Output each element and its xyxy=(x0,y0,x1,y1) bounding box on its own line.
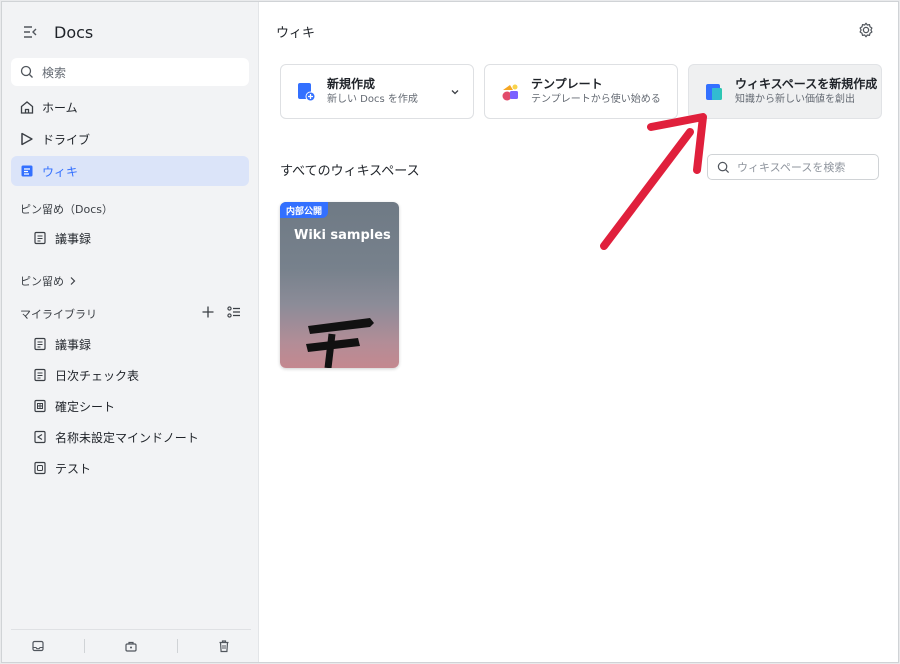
visibility-badge: 内部公開 xyxy=(280,202,329,218)
all-wiki-spaces-title: すべてのウィキスペース xyxy=(280,164,420,179)
search-icon xyxy=(717,161,730,174)
doc-icon xyxy=(33,368,47,382)
sidebar: Docs 検索 ホーム ドライブ ウィキ ピン留め（Docs） 議事録 ピン留め… xyxy=(2,2,259,662)
drive-icon xyxy=(19,131,35,147)
library-item[interactable]: 議事録 xyxy=(33,333,91,355)
new-wiki-space-button[interactable]: ウィキスペースを新規作成 知識から新しい価値を創出 xyxy=(688,64,882,119)
new-doc-subtitle: 新しい Docs を作成 xyxy=(327,93,418,105)
doc-icon xyxy=(33,231,47,245)
template-icon xyxy=(499,81,521,103)
doc-icon xyxy=(33,337,47,351)
library-item-label: 議事録 xyxy=(55,337,92,352)
nav-drive[interactable]: ドライブ xyxy=(11,124,249,154)
form-icon xyxy=(33,461,47,475)
search-icon xyxy=(20,65,34,79)
library-item[interactable]: テスト xyxy=(33,457,91,479)
inbox-icon[interactable] xyxy=(30,638,46,654)
wiki-space-text: ウィキスペースを新規作成 知識から新しい価値を創出 xyxy=(735,76,877,108)
pinned-label: ピン留め xyxy=(20,275,64,288)
template-text: テンプレート テンプレートから使い始める xyxy=(531,76,661,108)
sheet-icon xyxy=(33,399,47,413)
wiki-space-card[interactable]: 内部公開 Wiki samples xyxy=(280,202,399,368)
library-item[interactable]: 日次チェック表 xyxy=(33,364,139,386)
template-title: テンプレート xyxy=(531,76,603,91)
library-item[interactable]: 名称未設定マインドノート xyxy=(33,426,199,448)
wiki-space-name: Wiki samples xyxy=(294,228,391,243)
search-placeholder: 検索 xyxy=(42,65,67,80)
home-icon xyxy=(19,99,35,115)
template-button[interactable]: テンプレート テンプレートから使い始める xyxy=(484,64,678,119)
new-doc-text: 新規作成 新しい Docs を作成 xyxy=(327,76,418,108)
nav-drive-label: ドライブ xyxy=(42,132,91,147)
sidebar-header: Docs xyxy=(22,20,93,44)
wiki-space-search[interactable]: ウィキスペースを検索 xyxy=(707,154,879,180)
add-icon[interactable] xyxy=(200,304,216,320)
wiki-space-title: ウィキスペースを新規作成 xyxy=(735,76,878,91)
nav-home[interactable]: ホーム xyxy=(11,92,249,122)
trash-icon[interactable] xyxy=(216,638,232,654)
library-item-label: 名称未設定マインドノート xyxy=(55,430,199,445)
collapse-sidebar-icon[interactable] xyxy=(22,24,38,40)
wiki-icon xyxy=(19,163,35,179)
sidebar-search[interactable]: 検索 xyxy=(11,58,249,86)
library-label[interactable]: マイライブラリ xyxy=(20,306,97,322)
pinned-doc-label: 議事録 xyxy=(55,231,92,246)
wiki-space-icon xyxy=(703,81,725,103)
nav-wiki[interactable]: ウィキ xyxy=(11,156,249,186)
library-actions xyxy=(200,304,242,320)
nav-home-label: ホーム xyxy=(42,100,78,115)
new-doc-button[interactable]: 新規作成 新しい Docs を作成 xyxy=(280,64,474,119)
pinned-doc-item[interactable]: 議事録 xyxy=(33,227,91,249)
app-window: Docs 検索 ホーム ドライブ ウィキ ピン留め（Docs） 議事録 ピン留め… xyxy=(1,1,899,663)
wiki-search-placeholder: ウィキスペースを検索 xyxy=(737,161,846,174)
new-doc-icon xyxy=(295,81,317,103)
list-settings-icon[interactable] xyxy=(226,304,242,320)
template-subtitle: テンプレートから使い始める xyxy=(531,93,661,105)
library-item-label: 確定シート xyxy=(55,399,116,414)
chevron-right-icon xyxy=(69,276,77,286)
pinned-label-row[interactable]: ピン留め xyxy=(20,273,77,289)
signpost-image xyxy=(306,318,374,368)
gear-icon[interactable] xyxy=(857,21,875,39)
footer-divider xyxy=(84,639,85,653)
library-item[interactable]: 確定シート xyxy=(33,395,115,417)
footer-divider xyxy=(177,639,178,653)
library-item-label: テスト xyxy=(55,461,92,476)
page-title: ウィキ xyxy=(276,26,316,41)
mindnote-icon xyxy=(33,430,47,444)
wiki-space-subtitle: 知識から新しい価値を創出 xyxy=(735,93,855,105)
new-doc-title: 新規作成 xyxy=(327,76,376,91)
main-content: ウィキ 新規作成 新しい Docs を作成 テンプレート テンプレートから使い始… xyxy=(259,2,898,662)
chevron-down-icon[interactable] xyxy=(449,86,461,98)
shared-folder-icon[interactable] xyxy=(123,638,139,654)
sidebar-footer xyxy=(11,629,251,662)
nav-wiki-label: ウィキ xyxy=(42,164,79,179)
library-item-label: 日次チェック表 xyxy=(55,368,140,383)
app-title: Docs xyxy=(54,22,94,42)
pinned-docs-label[interactable]: ピン留め（Docs） xyxy=(20,201,113,217)
